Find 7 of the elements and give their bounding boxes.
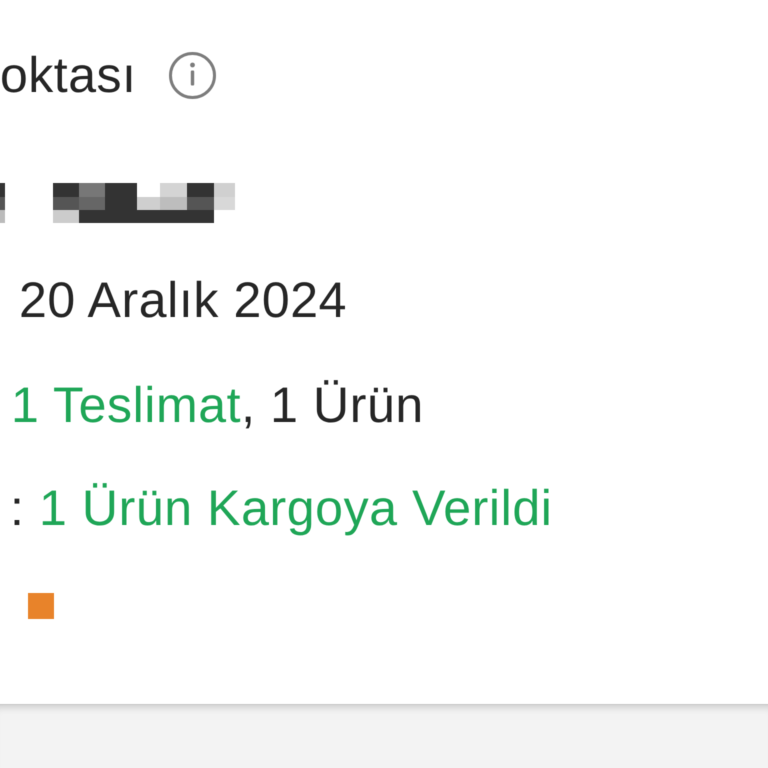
order-date: 20 Aralık 2024	[19, 272, 348, 328]
info-icon[interactable]	[169, 52, 216, 98]
delivery-summary: 1 Teslimat, 1 Ürün	[11, 377, 424, 433]
pixelated-block	[0, 183, 5, 223]
order-status: : 1 Ürün Kargoya Verildi	[10, 480, 552, 536]
section-title: oktası	[0, 50, 136, 100]
square-icon	[28, 593, 54, 619]
